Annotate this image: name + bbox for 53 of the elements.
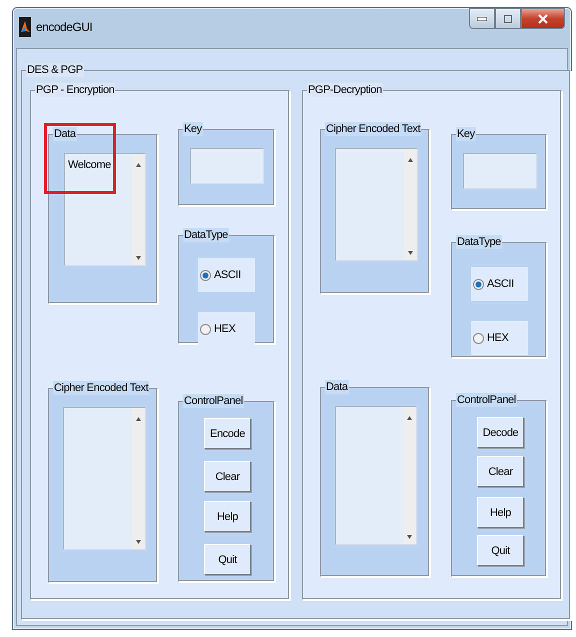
action-button[interactable]: Encode [204, 418, 251, 449]
list-text: Welcome [67, 158, 112, 173]
scroll-down-icon[interactable] [136, 256, 141, 260]
scroll-down-icon[interactable] [408, 251, 413, 255]
group-title: DES & PGP [26, 63, 84, 77]
radio-button[interactable] [473, 332, 484, 344]
action-button[interactable]: Quit [204, 544, 251, 575]
group-title: PGP-Decryption [307, 83, 383, 97]
radio-button[interactable] [200, 270, 211, 280]
list-box[interactable]: Welcome [64, 153, 146, 266]
radio-option[interactable]: ASCII [471, 267, 528, 301]
radio-option[interactable]: HEX [198, 312, 255, 346]
scroll-up-icon[interactable] [408, 158, 413, 162]
group-title: Cipher Encoded Text [325, 122, 422, 136]
minimize-icon [477, 16, 487, 20]
action-button[interactable]: Decode [477, 417, 524, 448]
action-button[interactable]: Clear [477, 456, 524, 487]
close-icon [538, 14, 548, 24]
radio-option[interactable]: HEX [471, 321, 528, 355]
group-title: Cipher Encoded Text [53, 381, 150, 395]
scroll-down-icon[interactable] [136, 540, 141, 544]
close-button[interactable] [521, 8, 565, 29]
group-title: PGP - Encryption [35, 83, 116, 97]
scroll-down-icon[interactable] [407, 535, 412, 539]
group-title: Data [53, 127, 77, 141]
group-title: DataType [183, 228, 229, 242]
maximize-button[interactable] [495, 8, 521, 29]
scrollbar[interactable] [403, 407, 416, 544]
group-title: Key [183, 122, 203, 136]
minimize-button[interactable] [469, 8, 495, 29]
scrollbar[interactable] [132, 154, 145, 265]
key-field[interactable] [463, 153, 537, 189]
radio-option[interactable]: ASCII [198, 258, 255, 292]
group-title: ControlPanel [456, 393, 517, 407]
scroll-up-icon[interactable] [136, 417, 141, 421]
group-title: Data [325, 380, 349, 394]
action-button[interactable]: Quit [477, 535, 524, 566]
app-logo-icon [19, 17, 31, 37]
group-title: DataType [456, 235, 502, 249]
scroll-up-icon[interactable] [136, 163, 141, 167]
window-title: encodeGUI [36, 20, 92, 34]
radio-button[interactable] [200, 324, 211, 334]
maximize-icon [504, 14, 512, 22]
key-field[interactable] [190, 148, 264, 184]
group-title: ControlPanel [183, 394, 244, 408]
action-button[interactable]: Help [204, 501, 251, 532]
radio-button[interactable] [473, 278, 484, 290]
scrollbar[interactable] [132, 408, 145, 549]
action-button[interactable]: Help [477, 497, 524, 528]
action-button[interactable]: Clear [204, 461, 251, 492]
scrollbar[interactable] [404, 149, 417, 260]
scroll-up-icon[interactable] [407, 416, 412, 420]
group-title: Key [456, 127, 476, 141]
